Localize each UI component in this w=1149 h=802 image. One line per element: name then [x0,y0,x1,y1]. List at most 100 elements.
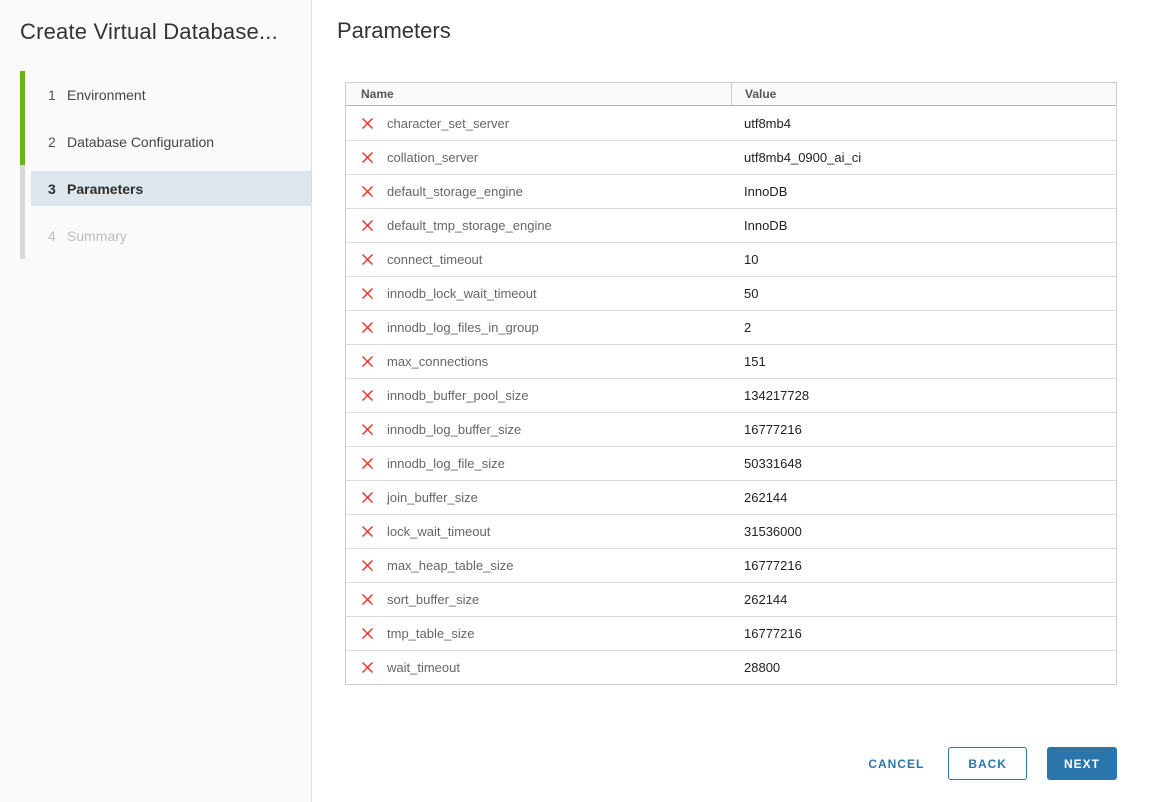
x-icon [361,423,374,436]
step-number: 4 [48,228,67,244]
remove-parameter-button[interactable] [361,593,374,606]
x-icon [361,559,374,572]
remove-parameter-button[interactable] [361,559,374,572]
parameters-table: Name Value character_set_server utf8mb4 [345,82,1117,685]
remove-parameter-button[interactable] [361,661,374,674]
table-row: innodb_lock_wait_timeout 50 [346,276,1116,310]
remove-parameter-button[interactable] [361,253,374,266]
parameter-value: 50 [731,286,1116,301]
step-progress-bar [20,212,25,259]
remove-parameter-button[interactable] [361,389,374,402]
table-row: default_tmp_storage_engine InnoDB [346,208,1116,242]
wizard-sidebar: Create Virtual Database... 1 Environment… [0,0,312,802]
table-row: wait_timeout 28800 [346,650,1116,684]
cancel-button[interactable]: CANCEL [864,747,928,780]
table-row: join_buffer_size 262144 [346,480,1116,514]
wizard-dialog: Create Virtual Database... 1 Environment… [0,0,1149,802]
step-label: Summary [67,228,127,244]
x-icon [361,593,374,606]
parameter-name: innodb_log_file_size [387,456,505,471]
wizard-footer: CANCEL BACK NEXT [337,747,1117,800]
parameter-value: 28800 [731,660,1116,675]
table-row: default_storage_engine InnoDB [346,174,1116,208]
table-row: character_set_server utf8mb4 [346,106,1116,140]
step-number: 3 [48,181,67,197]
table-row: max_heap_table_size 16777216 [346,548,1116,582]
parameter-value: 262144 [731,592,1116,607]
step-label: Environment [67,87,146,103]
x-icon [361,219,374,232]
parameter-value: 50331648 [731,456,1116,471]
table-row: innodb_log_files_in_group 2 [346,310,1116,344]
x-icon [361,185,374,198]
remove-parameter-button[interactable] [361,355,374,368]
parameter-value: 134217728 [731,388,1116,403]
column-header-value: Value [731,83,1116,105]
table-row: tmp_table_size 16777216 [346,616,1116,650]
x-icon [361,287,374,300]
step-environment[interactable]: 1 Environment [20,71,311,118]
parameter-name: tmp_table_size [387,626,474,641]
table-row: connect_timeout 10 [346,242,1116,276]
parameter-value: utf8mb4 [731,116,1116,131]
parameter-name: default_storage_engine [387,184,523,199]
parameter-value: 16777216 [731,422,1116,437]
step-parameters[interactable]: 3 Parameters [20,165,311,212]
remove-parameter-button[interactable] [361,525,374,538]
table-row: sort_buffer_size 262144 [346,582,1116,616]
remove-parameter-button[interactable] [361,151,374,164]
step-label: Parameters [67,181,143,197]
remove-parameter-button[interactable] [361,219,374,232]
remove-parameter-button[interactable] [361,321,374,334]
table-row: collation_server utf8mb4_0900_ai_ci [346,140,1116,174]
parameter-value: 16777216 [731,626,1116,641]
parameter-name: sort_buffer_size [387,592,479,607]
remove-parameter-button[interactable] [361,457,374,470]
parameter-name: character_set_server [387,116,509,131]
parameter-value: InnoDB [731,184,1116,199]
remove-parameter-button[interactable] [361,185,374,198]
table-row: innodb_log_file_size 50331648 [346,446,1116,480]
parameter-value: 16777216 [731,558,1116,573]
remove-parameter-button[interactable] [361,117,374,130]
next-button[interactable]: NEXT [1047,747,1117,780]
step-label: Database Configuration [67,134,214,150]
remove-parameter-button[interactable] [361,287,374,300]
parameter-name: default_tmp_storage_engine [387,218,552,233]
wizard-stepper: 1 Environment 2 Database Configuration 3… [20,71,311,259]
parameter-name: innodb_log_files_in_group [387,320,539,335]
column-header-name: Name [346,83,731,105]
wizard-main-panel: Parameters Name Value character_set_serv… [312,0,1149,802]
parameter-value: 151 [731,354,1116,369]
step-database-configuration[interactable]: 2 Database Configuration [20,118,311,165]
table-row: innodb_log_buffer_size 16777216 [346,412,1116,446]
parameter-value: 262144 [731,490,1116,505]
remove-parameter-button[interactable] [361,491,374,504]
parameter-name: join_buffer_size [387,490,478,505]
remove-parameter-button[interactable] [361,627,374,640]
parameter-name: lock_wait_timeout [387,524,490,539]
parameter-name: max_heap_table_size [387,558,513,573]
x-icon [361,321,374,334]
parameter-name: max_connections [387,354,488,369]
parameters-table-body: character_set_server utf8mb4 collation_s… [346,106,1116,684]
parameter-name: innodb_log_buffer_size [387,422,521,437]
x-icon [361,457,374,470]
x-icon [361,389,374,402]
parameter-name: innodb_buffer_pool_size [387,388,528,403]
table-row: innodb_buffer_pool_size 134217728 [346,378,1116,412]
x-icon [361,525,374,538]
parameter-name: innodb_lock_wait_timeout [387,286,537,301]
x-icon [361,117,374,130]
x-icon [361,355,374,368]
x-icon [361,627,374,640]
back-button[interactable]: BACK [948,747,1027,780]
x-icon [361,491,374,504]
step-progress-bar [20,71,25,118]
x-icon [361,151,374,164]
parameter-name: connect_timeout [387,252,482,267]
step-summary: 4 Summary [20,212,311,259]
step-progress-bar [20,165,25,212]
remove-parameter-button[interactable] [361,423,374,436]
step-number: 2 [48,134,67,150]
